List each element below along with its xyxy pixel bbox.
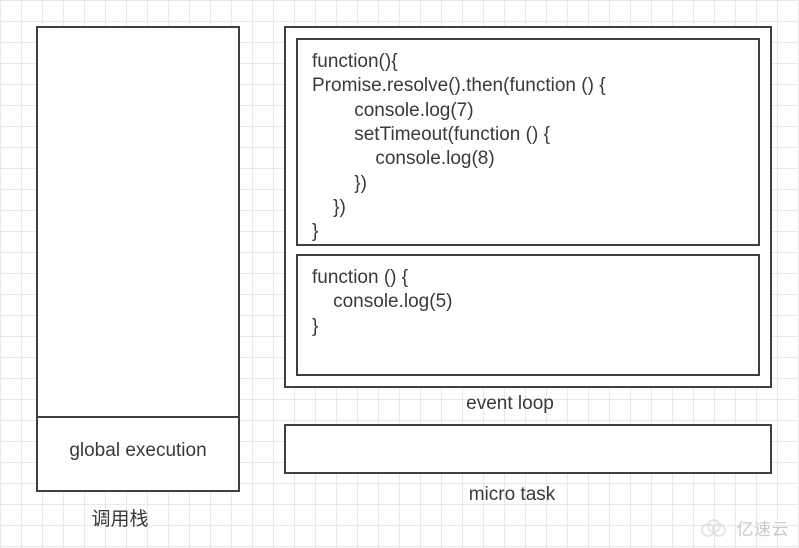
eventloop-codebox-1: function(){ Promise.resolve().then(funct… (296, 38, 760, 246)
diagram-stage: global execution 调用栈 function(){ Promise… (0, 0, 799, 548)
callstack-frame-global: global execution (36, 416, 240, 492)
eventloop-code-2: function () { console.log(5) } (298, 256, 758, 349)
eventloop-label: event loop (430, 393, 590, 415)
cloud-icon (697, 518, 731, 538)
eventloop-code-1: function(){ Promise.resolve().then(funct… (298, 40, 758, 255)
watermark: 亿速云 (697, 515, 790, 540)
microtask-label: micro task (432, 484, 592, 506)
eventloop-codebox-2: function () { console.log(5) } (296, 254, 760, 376)
watermark-text: 亿速云 (737, 515, 790, 540)
callstack-frame-label: global execution (38, 440, 238, 462)
microtask-queue (284, 424, 772, 474)
callstack-caption: 调用栈 (60, 504, 180, 531)
